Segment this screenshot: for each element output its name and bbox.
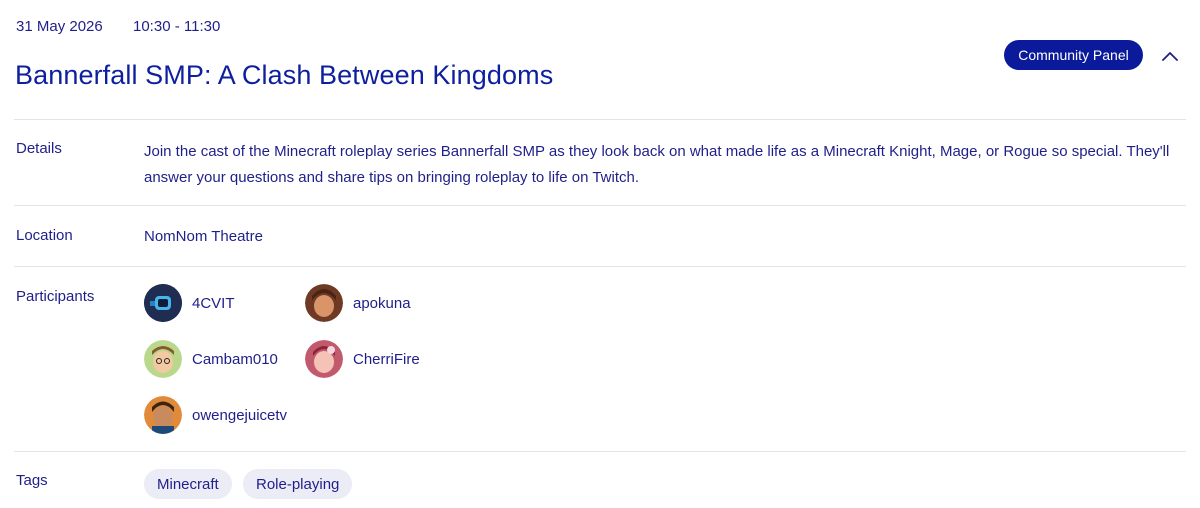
tags-label: Tags xyxy=(16,472,48,489)
community-panel-badge: Community Panel xyxy=(1004,40,1143,70)
location-label: Location xyxy=(16,227,73,244)
participant-name: owengejuicetv xyxy=(192,406,288,424)
divider xyxy=(14,119,1186,120)
participant-owengejuicetv[interactable]: owengejuicetv xyxy=(144,396,287,434)
details-text: Join the cast of the Minecraft roleplay … xyxy=(144,143,1170,186)
collapse-button[interactable] xyxy=(1158,44,1182,68)
avatar xyxy=(144,340,182,378)
chevron-up-icon xyxy=(1162,52,1178,61)
participant-name: apokuna xyxy=(353,294,411,312)
avatar xyxy=(305,340,343,378)
participant-4cvit[interactable]: 4CVIT xyxy=(144,284,235,322)
event-date: 31 May 2026 xyxy=(16,18,103,35)
divider xyxy=(14,266,1186,267)
tag-role-playing[interactable]: Role-playing xyxy=(243,469,353,499)
participant-name: CherriFire xyxy=(353,350,420,368)
participant-cambam010[interactable]: Cambam010 xyxy=(144,340,278,378)
participant-apokuna[interactable]: apokuna xyxy=(305,284,411,322)
details-label: Details xyxy=(16,140,62,157)
avatar xyxy=(144,396,182,434)
event-time: 10:30 - 11:30 xyxy=(133,18,221,35)
participants-label: Participants xyxy=(16,288,95,305)
participant-name: 4CVIT xyxy=(192,294,235,312)
tag-minecraft[interactable]: Minecraft xyxy=(144,469,232,499)
participant-name: Cambam010 xyxy=(192,350,278,368)
avatar xyxy=(305,284,343,322)
divider xyxy=(14,205,1186,206)
event-title: Bannerfall SMP: A Clash Between Kingdoms xyxy=(15,60,554,90)
avatar xyxy=(144,284,182,322)
participant-cherrifire[interactable]: CherriFire xyxy=(305,340,420,378)
divider xyxy=(14,451,1186,452)
location-value: NomNom Theatre xyxy=(144,228,263,245)
